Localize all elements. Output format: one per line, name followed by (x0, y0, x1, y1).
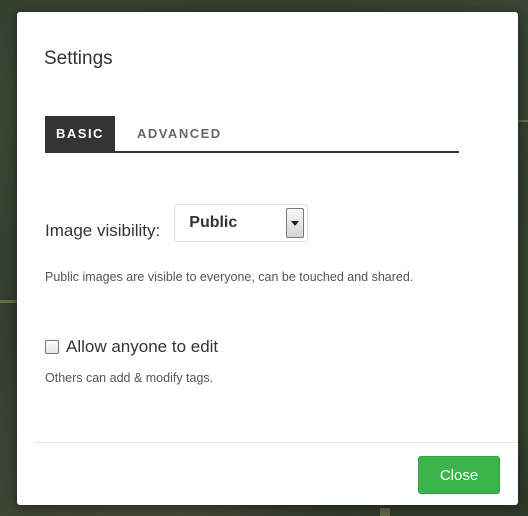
visibility-selected-value: Public (189, 214, 238, 231)
dialog-title: Settings (44, 48, 113, 69)
map-road (380, 508, 390, 516)
tab-advanced[interactable]: ADVANCED (115, 116, 236, 151)
allow-edit-row[interactable]: Allow anyone to edit (45, 337, 218, 357)
chevron-down-icon[interactable] (286, 208, 305, 238)
allow-edit-checkbox[interactable] (45, 340, 59, 354)
visibility-select[interactable]: Public (174, 204, 309, 242)
close-button[interactable]: Close (418, 456, 500, 494)
settings-tabs: BASIC ADVANCED (45, 116, 459, 153)
visibility-row: Image visibility: Public (45, 204, 309, 242)
allow-edit-help-text: Others can add & modify tags. (45, 371, 214, 385)
tab-basic[interactable]: BASIC (45, 116, 115, 151)
settings-dialog: Settings BASIC ADVANCED Image visibility… (17, 12, 518, 505)
footer-divider (34, 442, 518, 443)
visibility-help-text: Public images are visible to everyone, c… (45, 270, 414, 284)
allow-edit-label[interactable]: Allow anyone to edit (66, 337, 218, 357)
visibility-label: Image visibility: (45, 221, 161, 240)
map-road (0, 300, 18, 303)
